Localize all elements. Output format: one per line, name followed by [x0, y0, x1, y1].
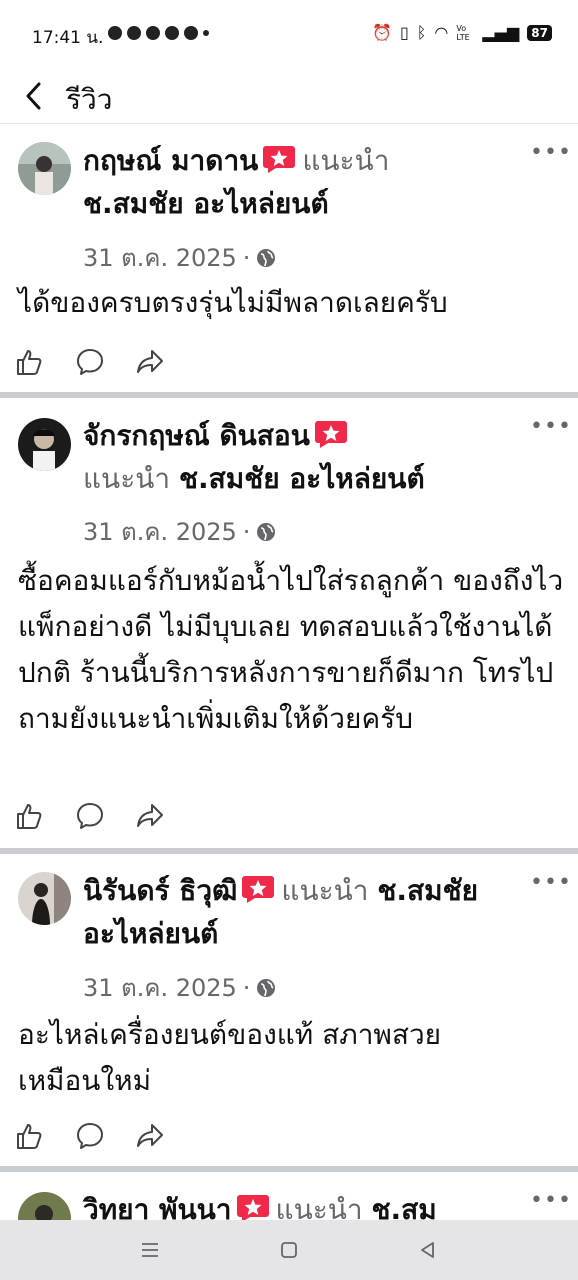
- system-icons: ⏰ ▯ ᛒ ◠ Vo LTE ▂▄▆ 87: [372, 24, 552, 42]
- recommend-badge-icon: [236, 1195, 269, 1220]
- like-icon: [17, 1124, 42, 1149]
- recommends-label: แนะนำ: [302, 144, 390, 177]
- alarm-icon: ⏰: [372, 23, 392, 42]
- meta-separator: ·: [242, 517, 251, 546]
- reviewer-name[interactable]: กฤษณ์ มาดาน: [83, 144, 258, 177]
- messenger-icon: [165, 26, 179, 40]
- review-card: จักรกฤษณ์ ดินสอนแนะนำ ช.สมชัย อะไหล่ยนต์…: [0, 398, 578, 848]
- comment-button[interactable]: [74, 1120, 106, 1152]
- review-text: ได้ของครบตรงรุ่นไม่มีพลาดเลยครับ: [18, 286, 448, 319]
- more-icon: •••: [530, 1188, 572, 1213]
- review-header: นิรันดร์ ธิวุฒิ แนะนำ ช.สมชัย อะไหล่ยนต์: [83, 869, 522, 955]
- share-icon: [137, 350, 163, 373]
- review-header: วิทยา พันนา แนะนำ ช.สม: [83, 1188, 522, 1220]
- more-options-button[interactable]: •••: [530, 416, 571, 440]
- avatar[interactable]: [18, 418, 71, 471]
- review-header: จักรกฤษณ์ ดินสอนแนะนำ ช.สมชัย อะไหล่ยนต์: [83, 414, 522, 500]
- home-icon: [281, 1242, 297, 1258]
- more-icon: •••: [530, 414, 572, 439]
- back-arrow-icon: [26, 82, 41, 110]
- share-button[interactable]: [134, 1120, 166, 1152]
- review-date: 31 ต.ค. 2025: [83, 244, 237, 272]
- share-icon: [137, 804, 163, 827]
- share-button[interactable]: [134, 800, 166, 832]
- like-button[interactable]: [14, 346, 46, 378]
- back-triangle-icon: [421, 1242, 435, 1258]
- recommend-badge-icon: [263, 146, 296, 173]
- review-text: อะไหล่เครื่องยนต์ของแท้ สภาพสวยเหมือนใหม…: [18, 1018, 442, 1097]
- signal-icon: ▂▄▆: [482, 23, 520, 42]
- recommends-label: แนะนำ: [281, 874, 369, 907]
- back-button[interactable]: [16, 78, 52, 114]
- system-navigation-bar: [0, 1220, 578, 1280]
- volte-icon: Vo LTE: [456, 24, 470, 42]
- system-back-button[interactable]: [408, 1230, 448, 1270]
- review-date: 31 ต.ค. 2025: [83, 518, 237, 546]
- review-card: กฤษณ์ มาดาน แนะนำช.สมชัย อะไหล่ยนต์ ••• 3…: [0, 124, 578, 392]
- recommends-label: แนะนำ: [83, 462, 171, 495]
- review-actions: [14, 346, 166, 378]
- wifi-icon: ◠: [434, 23, 449, 42]
- more-icon: •••: [530, 140, 572, 165]
- recommend-badge-icon: [314, 421, 347, 448]
- more-notifications-icon: [203, 30, 209, 36]
- review-text: ซื้อคอมแอร์กับหม้อน้ำไปใส่รถลูกค้า ของถึ…: [18, 564, 564, 735]
- like-icon: [17, 804, 42, 829]
- avatar[interactable]: [18, 1192, 71, 1220]
- battery-icon: 87: [527, 25, 552, 41]
- review-date: 31 ต.ค. 2025: [83, 974, 237, 1002]
- share-icon: [137, 1124, 163, 1147]
- review-card: นิรันดร์ ธิวุฒิ แนะนำ ช.สมชัย อะไหล่ยนต์ …: [0, 854, 578, 1166]
- meta-separator: ·: [242, 243, 251, 272]
- page-name[interactable]: ช.สมชัย อะไหล่ยนต์: [83, 187, 329, 220]
- recommends-label: แนะนำ: [275, 1193, 363, 1220]
- facebook-icon: [127, 26, 141, 40]
- comment-icon: [77, 349, 103, 375]
- review-actions: [14, 1120, 166, 1152]
- like-button[interactable]: [14, 800, 46, 832]
- status-time: 17:41 น.: [32, 28, 104, 48]
- bluetooth-icon: ᛒ: [416, 23, 427, 42]
- avatar[interactable]: [18, 142, 71, 195]
- vibrate-icon: ▯: [399, 23, 409, 42]
- review-header: กฤษณ์ มาดาน แนะนำช.สมชัย อะไหล่ยนต์: [83, 139, 522, 225]
- globe-icon: [257, 978, 276, 997]
- reviewer-name[interactable]: จักรกฤษณ์ ดินสอน: [83, 419, 310, 452]
- like-icon: [17, 350, 42, 375]
- page-name[interactable]: ช.สม: [372, 1193, 437, 1220]
- gmail-icon: [184, 26, 198, 40]
- more-options-button[interactable]: •••: [530, 142, 571, 166]
- chat-icon: [108, 26, 122, 40]
- comment-button[interactable]: [74, 346, 106, 378]
- meta-separator: ·: [242, 973, 251, 1002]
- reviewer-name[interactable]: วิทยา พันนา: [83, 1193, 232, 1220]
- share-button[interactable]: [134, 346, 166, 378]
- facebook-icon: [146, 26, 160, 40]
- recent-apps-button[interactable]: [130, 1230, 170, 1270]
- avatar[interactable]: [18, 872, 71, 925]
- status-bar: 17:41 น. ⏰ ▯ ᛒ ◠ Vo LTE ▂▄▆ 87: [0, 0, 578, 72]
- comment-button[interactable]: [74, 800, 106, 832]
- reviewer-name[interactable]: นิรันดร์ ธิวุฒิ: [83, 874, 237, 907]
- recommend-badge-icon: [242, 876, 275, 903]
- page-title: รีวิว: [66, 83, 113, 116]
- globe-icon: [257, 522, 276, 541]
- notification-icons: [108, 26, 209, 40]
- globe-icon: [257, 248, 276, 267]
- menu-icon: [141, 1243, 158, 1257]
- review-card: วิทยา พันนา แนะนำ ช.สม •••: [0, 1172, 578, 1220]
- more-options-button[interactable]: •••: [530, 872, 571, 896]
- like-button[interactable]: [14, 1120, 46, 1152]
- more-icon: •••: [530, 870, 572, 895]
- review-meta: 31 ต.ค. 2025 ·: [83, 238, 276, 277]
- home-button[interactable]: [269, 1230, 309, 1270]
- comment-icon: [77, 803, 103, 829]
- app-header: รีวิว: [0, 72, 578, 124]
- page-name[interactable]: ช.สมชัย อะไหล่ยนต์: [179, 462, 425, 495]
- comment-icon: [77, 1123, 103, 1149]
- more-options-button[interactable]: •••: [530, 1190, 571, 1214]
- review-meta: 31 ต.ค. 2025 ·: [83, 968, 276, 1007]
- review-meta: 31 ต.ค. 2025 ·: [83, 512, 276, 551]
- review-actions: [14, 800, 166, 832]
